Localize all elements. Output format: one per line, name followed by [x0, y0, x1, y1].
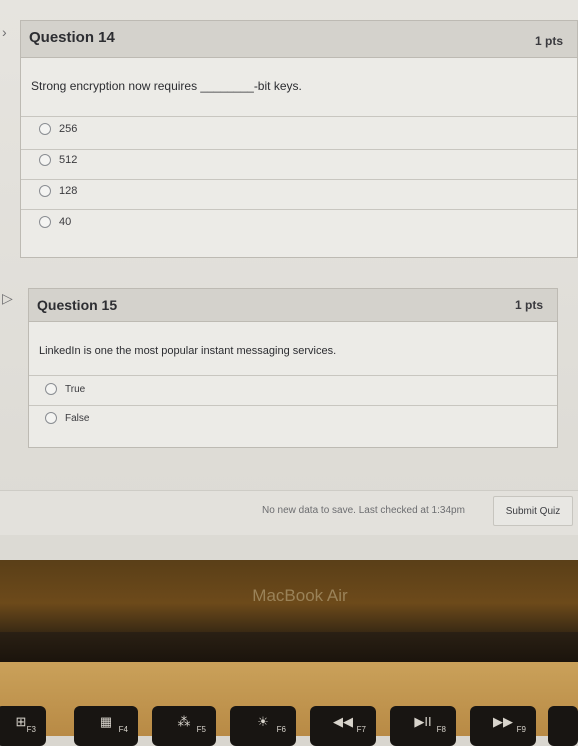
key-label: F7 [356, 725, 366, 734]
radio-button[interactable] [39, 185, 51, 197]
flag-marker-icon: ▷ [2, 290, 13, 306]
mission-control-icon: ⊞ [15, 714, 27, 729]
radio-button[interactable] [45, 383, 57, 395]
answer-option-128[interactable]: 128 [39, 185, 77, 197]
divider [21, 116, 577, 117]
radio-button[interactable] [39, 216, 51, 228]
answer-option-true[interactable]: True [45, 383, 85, 395]
question-14-card: Question 14 1 pts Strong encryption now … [20, 20, 578, 258]
keyboard-brightness-down-icon: ⁂ [177, 714, 191, 729]
question-14-header: Question 14 1 pts [21, 21, 577, 58]
submit-quiz-button[interactable]: Submit Quiz [493, 496, 573, 526]
key-f3: ⊞ F3 [0, 706, 46, 746]
key-f4: ▦ F4 [74, 706, 138, 746]
key-label: F8 [436, 725, 446, 734]
answer-option-40[interactable]: 40 [39, 216, 71, 228]
key-f6: ☀ F6 [230, 706, 296, 746]
quiz-screen: › ▷ Question 14 1 pts Strong encryption … [0, 0, 578, 560]
key-f5: ⁂ F5 [152, 706, 216, 746]
answer-option-false[interactable]: False [45, 412, 89, 424]
key-label: F3 [26, 725, 36, 734]
question-14-points: 1 pts [534, 34, 563, 48]
radio-button[interactable] [39, 123, 51, 135]
key-f8: ▶II F8 [390, 706, 456, 746]
launchpad-icon: ▦ [99, 714, 113, 729]
question-15-text: LinkedIn is one the most popular instant… [39, 345, 337, 357]
answer-option-512[interactable]: 512 [39, 154, 77, 166]
key-label: F4 [118, 725, 128, 734]
question-15-card: Question 15 1 pts LinkedIn is one the mo… [28, 288, 558, 448]
key-f7: ◀◀ F7 [310, 706, 376, 746]
key-label: F5 [196, 725, 206, 734]
autosave-status: No new data to save. Last checked at 1:3… [262, 505, 465, 516]
keyboard-brightness-up-icon: ☀ [257, 714, 269, 729]
key-f9: ▶▶ F9 [470, 706, 536, 746]
divider [21, 179, 577, 180]
question-15-points: 1 pts [514, 298, 543, 312]
play-pause-icon: ▶II [414, 714, 432, 729]
question-14-title: Question 14 [29, 29, 115, 46]
laptop-brand-label: MacBook Air [252, 586, 348, 605]
divider [21, 149, 577, 150]
divider [21, 209, 577, 210]
rewind-icon: ◀◀ [333, 714, 353, 729]
divider [29, 375, 557, 376]
question-15-title: Question 15 [37, 297, 118, 313]
answer-label: True [65, 383, 86, 395]
answer-label: 40 [59, 216, 72, 228]
chevron-right-icon: › [2, 24, 7, 40]
answer-label: 256 [59, 123, 78, 135]
key-f10-partial [548, 706, 578, 746]
fast-forward-icon: ▶▶ [493, 714, 513, 729]
divider [29, 405, 557, 406]
radio-button[interactable] [45, 412, 57, 424]
answer-option-256[interactable]: 256 [39, 123, 77, 135]
radio-button[interactable] [39, 154, 51, 166]
answer-label: 128 [59, 185, 78, 197]
answer-label: False [65, 412, 90, 424]
key-label: F6 [276, 725, 286, 734]
answer-label: 512 [59, 154, 78, 166]
question-15-header: Question 15 1 pts [29, 289, 557, 322]
laptop-hinge [0, 632, 578, 662]
key-label: F9 [516, 725, 526, 734]
question-14-text: Strong encryption now requires ________-… [31, 79, 302, 93]
